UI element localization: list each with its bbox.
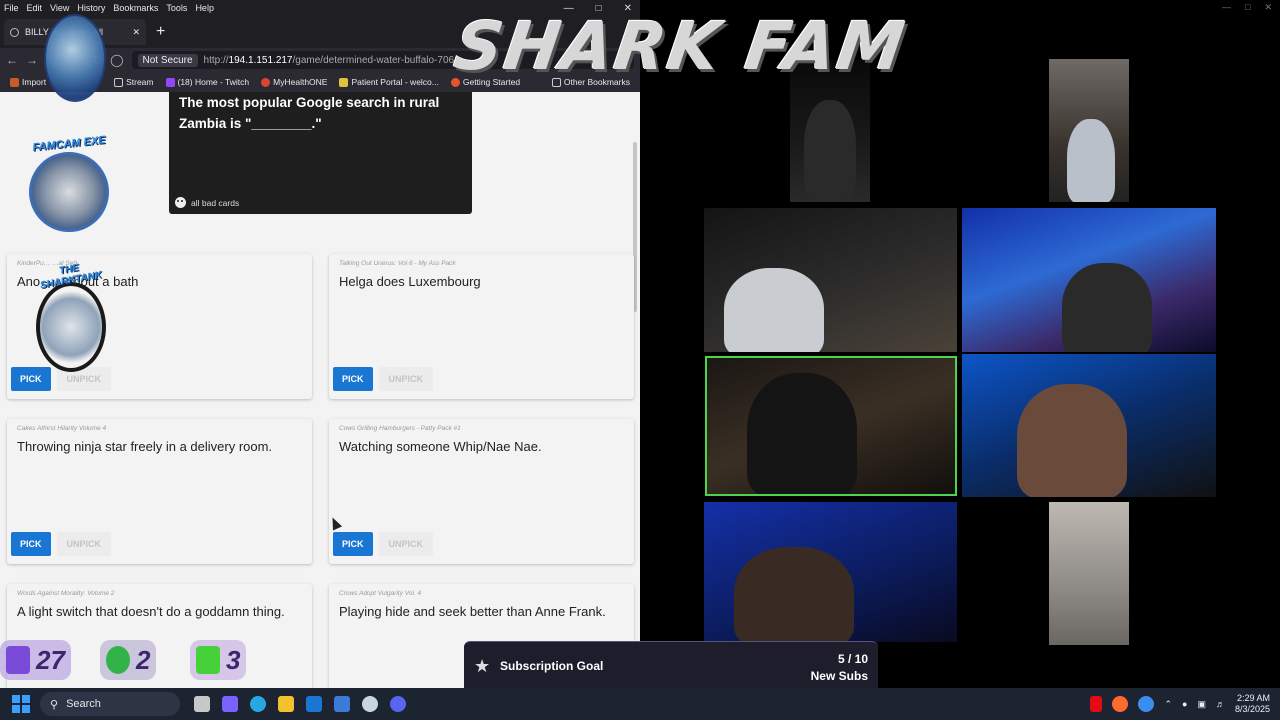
unpick-button[interactable]: UNPICK xyxy=(378,367,434,391)
pick-button[interactable]: PICK xyxy=(333,532,373,556)
sub-goal-count: 5 / 10 New Subs xyxy=(810,652,868,683)
card-answer: Helga does Luxembourg xyxy=(339,274,481,289)
window-controls: — □ ✕ xyxy=(1222,2,1272,13)
edge-icon[interactable] xyxy=(250,696,266,712)
menu-help[interactable]: Help xyxy=(195,3,214,13)
pick-button[interactable]: PICK xyxy=(333,367,373,391)
white-card-4: Cows Grilling Hamburgers - Patty Pack #1… xyxy=(329,419,634,564)
chrome-icon[interactable] xyxy=(1138,696,1155,712)
bookmark-stream[interactable]: Stream xyxy=(114,77,154,87)
video-tile-active-speaker[interactable] xyxy=(705,356,957,496)
card-source: Talking Out Uranus: Vol 6 - My Ass Pack xyxy=(339,260,456,267)
back-icon[interactable]: ← xyxy=(6,53,18,67)
menu-view[interactable]: View xyxy=(50,3,69,13)
sub-goal-title: Subscription Goal xyxy=(500,659,604,673)
store-icon[interactable] xyxy=(334,696,350,712)
black-card: The most popular Google search in rural … xyxy=(169,92,472,214)
twitch-icon xyxy=(6,646,30,674)
bookmark-myhealthone[interactable]: MyHealthONE xyxy=(261,77,327,87)
new-tab-icon[interactable]: + xyxy=(156,23,165,41)
skull-icon xyxy=(175,197,186,208)
volume-icon[interactable]: ♬ xyxy=(1216,699,1225,709)
shark-badge-icon xyxy=(36,282,106,372)
card-actions: PICK UNPICK xyxy=(333,532,434,556)
task-view-icon[interactable] xyxy=(194,696,210,712)
menu-file[interactable]: File xyxy=(4,3,19,13)
video-tile[interactable] xyxy=(704,502,957,642)
card-source: Crows Adopt Vulgarity Vol. 4 xyxy=(339,590,422,597)
not-secure-badge[interactable]: Not Secure xyxy=(137,53,198,67)
video-tile[interactable] xyxy=(1049,502,1129,645)
network-icon[interactable]: ▣ xyxy=(1197,699,1206,710)
bookmark-patient-portal[interactable]: Patient Portal - welco... xyxy=(339,77,439,87)
bookmark-import[interactable]: Import xyxy=(10,77,46,87)
windows-taskbar: ⚲ Search ⌃ ● ▣ ♬ 2:29 AM 8/3/2025 xyxy=(0,688,1280,720)
shark-badge-icon xyxy=(29,152,109,232)
pick-button[interactable]: PICK xyxy=(11,532,51,556)
menu-edit[interactable]: Edit xyxy=(27,3,43,13)
bookmark-twitch[interactable]: (18) Home - Twitch xyxy=(165,77,249,87)
white-card-2: Talking Out Uranus: Vol 6 - My Ass Pack … xyxy=(329,254,634,399)
video-tile[interactable] xyxy=(962,354,1216,497)
card-answer: Watching someone Whip/Nae Nae. xyxy=(339,439,542,454)
card-answer: Playing hide and seek better than Anne F… xyxy=(339,604,606,619)
mic-icon[interactable]: ● xyxy=(1182,699,1187,709)
unpick-button[interactable]: UNPICK xyxy=(378,532,434,556)
sharktank-badge: THE SHARKTANK xyxy=(30,260,110,376)
kick-icon xyxy=(196,646,220,674)
taskbar-apps xyxy=(194,696,406,712)
shield-icon[interactable]: ◯ xyxy=(110,53,123,67)
card-answer: Throwing ninja star freely in a delivery… xyxy=(17,439,273,454)
card-source: Cakes Athirst Hilarity Volume 4 xyxy=(17,425,107,432)
steam-icon[interactable] xyxy=(362,696,378,712)
menu-tools[interactable]: Tools xyxy=(166,3,187,13)
file-explorer-icon[interactable] xyxy=(278,696,294,712)
url-text: http://194.1.151.217/game/determined-wat… xyxy=(204,55,460,66)
windows-start-icon[interactable] xyxy=(12,695,30,713)
close-icon[interactable]: ✕ xyxy=(1264,2,1272,13)
app-icon[interactable] xyxy=(1112,696,1129,712)
search-icon: ⚲ xyxy=(50,698,59,711)
url-host: 194.1.151.217 xyxy=(228,54,293,66)
tab-close-icon[interactable]: ✕ xyxy=(132,27,140,38)
taskbar-search[interactable]: ⚲ Search xyxy=(40,692,180,716)
stream-counters: 27 2 3 xyxy=(0,640,260,680)
chevron-up-icon[interactable]: ⌃ xyxy=(1164,699,1172,710)
star-icon: ★ xyxy=(474,656,491,676)
maximize-icon[interactable]: □ xyxy=(1245,2,1250,13)
system-tray: ⌃ ● ▣ ♬ 2:29 AM 8/3/2025 xyxy=(1090,688,1270,720)
globe-icon xyxy=(10,27,19,37)
twitch-subs-counter: 27 xyxy=(0,640,71,680)
card-actions: PICK UNPICK xyxy=(333,367,434,391)
minimize-icon[interactable]: — xyxy=(1222,2,1231,13)
video-tile[interactable] xyxy=(1049,59,1129,202)
url-path: /game/determined-water-buffalo-7061 xyxy=(292,54,460,66)
card-source: Words Against Morality: Volume 2 xyxy=(17,590,115,597)
card-actions: PICK UNPICK xyxy=(11,532,112,556)
video-tile[interactable] xyxy=(962,208,1216,352)
copilot-icon[interactable] xyxy=(222,696,238,712)
kick-counter: 3 xyxy=(190,640,247,680)
menu-history[interactable]: History xyxy=(77,3,105,13)
clock[interactable]: 2:29 AM 8/3/2025 xyxy=(1235,693,1270,715)
card-answer: A light switch that doesn't do a goddamn… xyxy=(17,604,285,619)
menu-bookmarks[interactable]: Bookmarks xyxy=(113,3,158,13)
url-scheme: http:// xyxy=(203,54,229,66)
famcam-badge: FAMCAM EXE xyxy=(26,134,112,238)
card-source: Cows Grilling Hamburgers - Patty Pack #1 xyxy=(339,425,461,432)
unpick-button[interactable]: UNPICK xyxy=(56,532,112,556)
outlook-icon[interactable] xyxy=(306,696,322,712)
white-card-3: Cakes Athirst Hilarity Volume 4 Throwing… xyxy=(7,419,312,564)
netflix-icon[interactable] xyxy=(1090,696,1103,712)
video-tile[interactable] xyxy=(704,208,957,352)
forward-icon[interactable]: → xyxy=(26,53,38,67)
discord-icon[interactable] xyxy=(390,696,406,712)
puzzle-icon xyxy=(106,646,130,674)
black-card-footer: all bad cards xyxy=(175,197,239,208)
shark-fam-title: SHARK FAM xyxy=(449,8,911,85)
shark-logo xyxy=(44,14,106,102)
follows-counter: 2 xyxy=(100,640,157,680)
black-card-prompt: The most popular Google search in rural … xyxy=(179,95,440,131)
black-card-pack: all bad cards xyxy=(191,197,240,208)
